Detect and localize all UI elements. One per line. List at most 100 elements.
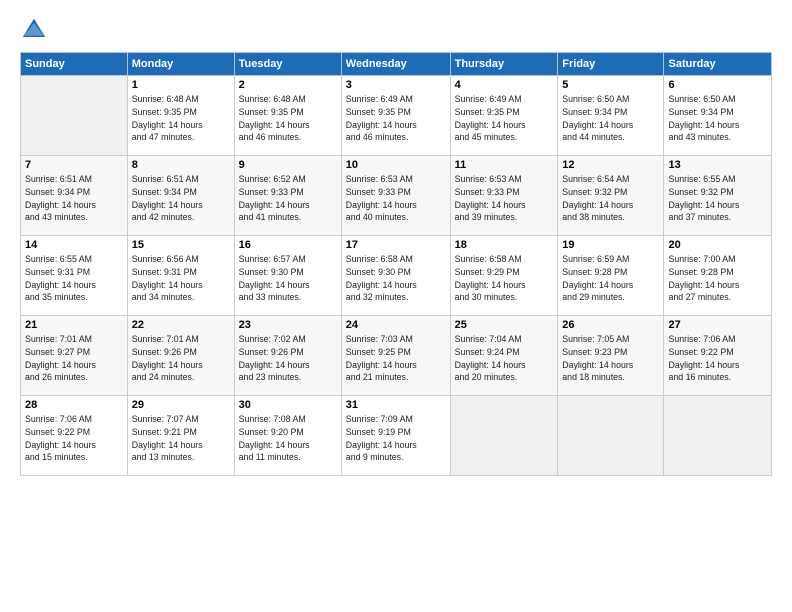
calendar-cell: 29 Sunrise: 7:07 AM Sunset: 9:21 PM Dayli… (127, 396, 234, 476)
day-info: Sunrise: 7:00 AM Sunset: 9:28 PM Dayligh… (668, 253, 767, 304)
calendar-cell: 1 Sunrise: 6:48 AM Sunset: 9:35 PM Daylig… (127, 76, 234, 156)
day-number: 4 (455, 79, 554, 91)
calendar-week-row: 1 Sunrise: 6:48 AM Sunset: 9:35 PM Daylig… (21, 76, 772, 156)
day-info: Sunrise: 7:05 AM Sunset: 9:23 PM Dayligh… (562, 333, 659, 384)
day-info: Sunrise: 6:49 AM Sunset: 9:35 PM Dayligh… (346, 93, 446, 144)
day-number: 5 (562, 79, 659, 91)
calendar-cell (558, 396, 664, 476)
day-number: 21 (25, 319, 123, 331)
day-info: Sunrise: 6:56 AM Sunset: 9:31 PM Dayligh… (132, 253, 230, 304)
calendar-week-row: 21 Sunrise: 7:01 AM Sunset: 9:27 PM Dayli… (21, 316, 772, 396)
day-number: 17 (346, 239, 446, 251)
header-row: SundayMondayTuesdayWednesdayThursdayFrid… (21, 53, 772, 76)
day-number: 10 (346, 159, 446, 171)
calendar-cell (21, 76, 128, 156)
calendar-cell: 5 Sunrise: 6:50 AM Sunset: 9:34 PM Daylig… (558, 76, 664, 156)
calendar-page: SundayMondayTuesdayWednesdayThursdayFrid… (0, 0, 792, 612)
calendar-cell: 13 Sunrise: 6:55 AM Sunset: 9:32 PM Dayli… (664, 156, 772, 236)
day-number: 8 (132, 159, 230, 171)
calendar-cell: 21 Sunrise: 7:01 AM Sunset: 9:27 PM Dayli… (21, 316, 128, 396)
day-number: 28 (25, 399, 123, 411)
day-number: 2 (239, 79, 337, 91)
day-info: Sunrise: 6:54 AM Sunset: 9:32 PM Dayligh… (562, 173, 659, 224)
day-info: Sunrise: 7:04 AM Sunset: 9:24 PM Dayligh… (455, 333, 554, 384)
header-cell: Monday (127, 53, 234, 76)
calendar-week-row: 28 Sunrise: 7:06 AM Sunset: 9:22 PM Dayli… (21, 396, 772, 476)
calendar-cell: 9Sunrise: 6:52 AM Sunset: 9:33 PM Daylig… (234, 156, 341, 236)
day-info: Sunrise: 6:49 AM Sunset: 9:35 PM Dayligh… (455, 93, 554, 144)
calendar-cell: 24 Sunrise: 7:03 AM Sunset: 9:25 PM Dayli… (341, 316, 450, 396)
day-number: 19 (562, 239, 659, 251)
header-cell: Thursday (450, 53, 558, 76)
calendar-cell: 12 Sunrise: 6:54 AM Sunset: 9:32 PM Dayli… (558, 156, 664, 236)
calendar-cell: 20 Sunrise: 7:00 AM Sunset: 9:28 PM Dayli… (664, 236, 772, 316)
calendar-cell: 19 Sunrise: 6:59 AM Sunset: 9:28 PM Dayli… (558, 236, 664, 316)
calendar-cell: 23 Sunrise: 7:02 AM Sunset: 9:26 PM Dayli… (234, 316, 341, 396)
day-info: Sunrise: 6:55 AM Sunset: 9:31 PM Dayligh… (25, 253, 123, 304)
day-info: Sunrise: 7:06 AM Sunset: 9:22 PM Dayligh… (668, 333, 767, 384)
calendar-cell: 10 Sunrise: 6:53 AM Sunset: 9:33 PM Dayli… (341, 156, 450, 236)
day-number: 6 (668, 79, 767, 91)
calendar-cell (664, 396, 772, 476)
day-number: 14 (25, 239, 123, 251)
day-number: 26 (562, 319, 659, 331)
day-info: Sunrise: 7:02 AM Sunset: 9:26 PM Dayligh… (239, 333, 337, 384)
header (20, 16, 772, 44)
day-info: Sunrise: 6:50 AM Sunset: 9:34 PM Dayligh… (668, 93, 767, 144)
day-number: 20 (668, 239, 767, 251)
calendar-cell: 30Sunrise: 7:08 AM Sunset: 9:20 PM Dayli… (234, 396, 341, 476)
calendar-cell: 2 Sunrise: 6:48 AM Sunset: 9:35 PM Daylig… (234, 76, 341, 156)
day-info: Sunrise: 6:58 AM Sunset: 9:29 PM Dayligh… (455, 253, 554, 304)
calendar-cell: 4 Sunrise: 6:49 AM Sunset: 9:35 PM Daylig… (450, 76, 558, 156)
calendar-cell: 25 Sunrise: 7:04 AM Sunset: 9:24 PM Dayli… (450, 316, 558, 396)
day-info: Sunrise: 6:50 AM Sunset: 9:34 PM Dayligh… (562, 93, 659, 144)
header-cell: Friday (558, 53, 664, 76)
day-number: 23 (239, 319, 337, 331)
day-info: Sunrise: 6:52 AM Sunset: 9:33 PM Dayligh… (239, 173, 337, 224)
calendar-week-row: 14 Sunrise: 6:55 AM Sunset: 9:31 PM Dayli… (21, 236, 772, 316)
calendar-table: SundayMondayTuesdayWednesdayThursdayFrid… (20, 52, 772, 476)
day-info: Sunrise: 7:07 AM Sunset: 9:21 PM Dayligh… (132, 413, 230, 464)
day-number: 11 (455, 159, 554, 171)
day-number: 12 (562, 159, 659, 171)
day-number: 24 (346, 319, 446, 331)
day-info: Sunrise: 6:55 AM Sunset: 9:32 PM Dayligh… (668, 173, 767, 224)
day-info: Sunrise: 6:48 AM Sunset: 9:35 PM Dayligh… (132, 93, 230, 144)
day-info: Sunrise: 7:03 AM Sunset: 9:25 PM Dayligh… (346, 333, 446, 384)
calendar-cell: 28 Sunrise: 7:06 AM Sunset: 9:22 PM Dayli… (21, 396, 128, 476)
calendar-cell: 15 Sunrise: 6:56 AM Sunset: 9:31 PM Dayli… (127, 236, 234, 316)
day-number: 27 (668, 319, 767, 331)
calendar-cell: 6 Sunrise: 6:50 AM Sunset: 9:34 PM Daylig… (664, 76, 772, 156)
calendar-week-row: 7 Sunrise: 6:51 AM Sunset: 9:34 PM Daylig… (21, 156, 772, 236)
day-number: 1 (132, 79, 230, 91)
logo-icon (20, 16, 48, 44)
day-info: Sunrise: 7:01 AM Sunset: 9:26 PM Dayligh… (132, 333, 230, 384)
day-number: 13 (668, 159, 767, 171)
day-number: 29 (132, 399, 230, 411)
day-info: Sunrise: 7:01 AM Sunset: 9:27 PM Dayligh… (25, 333, 123, 384)
day-number: 30 (239, 399, 337, 411)
day-info: Sunrise: 7:06 AM Sunset: 9:22 PM Dayligh… (25, 413, 123, 464)
logo (20, 16, 52, 44)
day-number: 25 (455, 319, 554, 331)
calendar-cell: 3Sunrise: 6:49 AM Sunset: 9:35 PM Daylig… (341, 76, 450, 156)
day-info: Sunrise: 6:48 AM Sunset: 9:35 PM Dayligh… (239, 93, 337, 144)
day-number: 15 (132, 239, 230, 251)
calendar-cell: 26 Sunrise: 7:05 AM Sunset: 9:23 PM Dayli… (558, 316, 664, 396)
calendar-cell: 31 Sunrise: 7:09 AM Sunset: 9:19 PM Dayli… (341, 396, 450, 476)
calendar-cell: 27 Sunrise: 7:06 AM Sunset: 9:22 PM Dayli… (664, 316, 772, 396)
day-info: Sunrise: 6:51 AM Sunset: 9:34 PM Dayligh… (132, 173, 230, 224)
day-info: Sunrise: 6:53 AM Sunset: 9:33 PM Dayligh… (346, 173, 446, 224)
calendar-cell (450, 396, 558, 476)
header-cell: Sunday (21, 53, 128, 76)
day-number: 7 (25, 159, 123, 171)
calendar-cell: 17Sunrise: 6:58 AM Sunset: 9:30 PM Dayli… (341, 236, 450, 316)
header-cell: Saturday (664, 53, 772, 76)
day-number: 16 (239, 239, 337, 251)
day-number: 31 (346, 399, 446, 411)
day-info: Sunrise: 6:59 AM Sunset: 9:28 PM Dayligh… (562, 253, 659, 304)
day-number: 18 (455, 239, 554, 251)
header-cell: Tuesday (234, 53, 341, 76)
calendar-cell: 11Sunrise: 6:53 AM Sunset: 9:33 PM Dayli… (450, 156, 558, 236)
day-info: Sunrise: 7:09 AM Sunset: 9:19 PM Dayligh… (346, 413, 446, 464)
